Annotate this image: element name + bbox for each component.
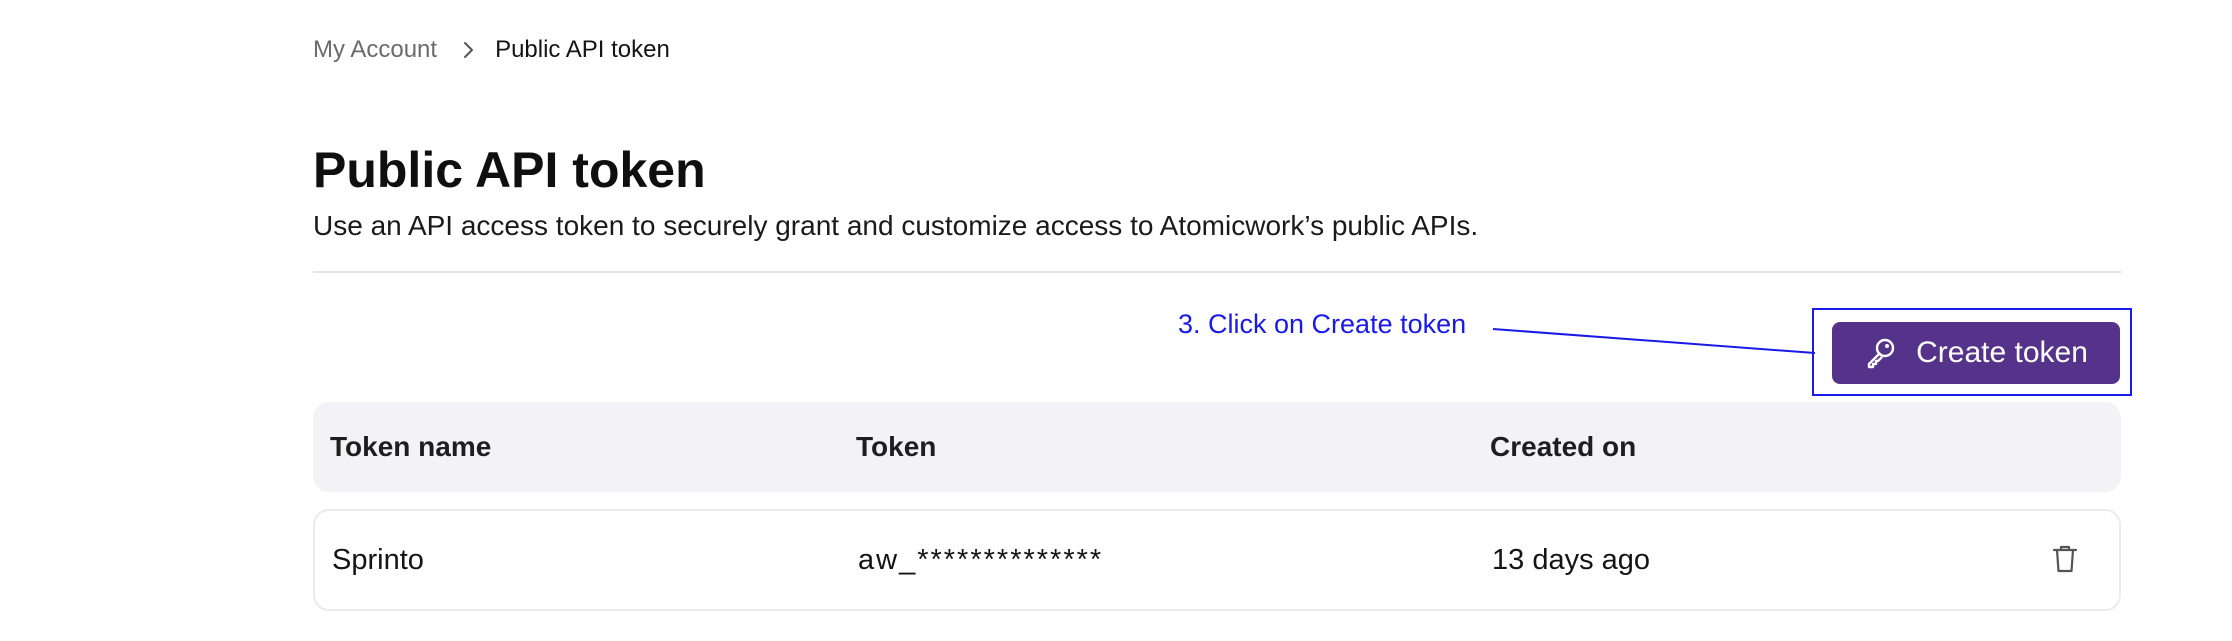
breadcrumb: My Account Public API token [313, 32, 670, 68]
trash-icon[interactable] [2043, 537, 2087, 581]
page-title: Public API token [313, 142, 706, 198]
token-value-cell: aw_************** [858, 544, 1104, 576]
breadcrumb-current: Public API token [495, 36, 670, 63]
breadcrumb-my-account-link[interactable]: My Account [313, 36, 437, 64]
column-header-token: Token [856, 431, 937, 462]
divider [313, 271, 2121, 273]
token-name-cell: Sprinto [332, 544, 424, 576]
page-subtitle: Use an API access token to securely gran… [313, 210, 1479, 241]
column-header-token-name: Token name [330, 431, 492, 462]
create-token-button[interactable]: Create token [1832, 322, 2120, 384]
annotation-text: 3. Click on Create token [1178, 309, 1467, 339]
chevron-right-icon [461, 38, 477, 62]
key-icon [1864, 336, 1898, 370]
table-header: Token name Token Created on [313, 402, 2121, 492]
column-header-created-on: Created on [1490, 431, 1637, 462]
table-row: Sprinto aw_************** 13 days ago [313, 509, 2121, 611]
create-token-label: Create token [1916, 336, 2088, 369]
created-on-cell: 13 days ago [1492, 544, 1651, 576]
